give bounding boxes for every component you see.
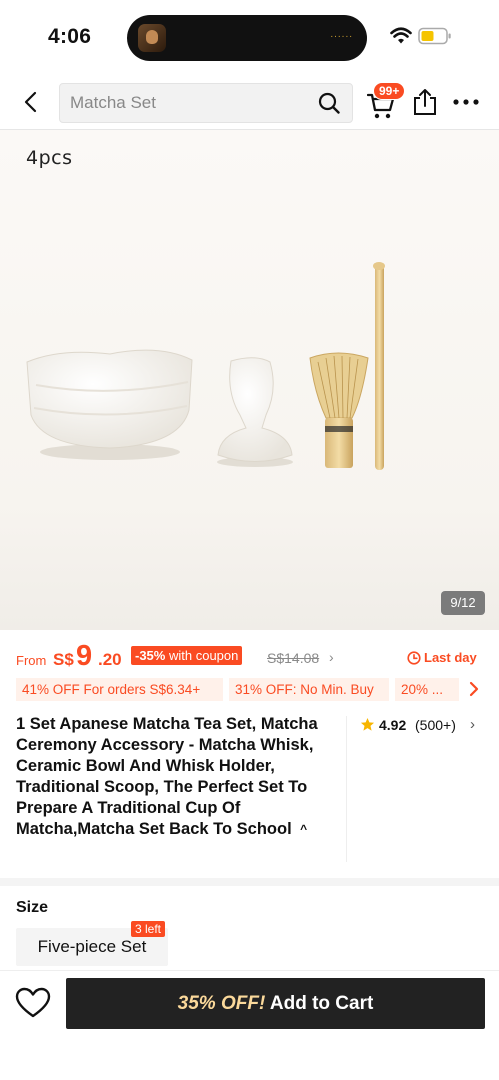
price-currency: S$: [53, 650, 74, 669]
discount-note: with coupon: [168, 648, 239, 663]
from-label: From: [16, 653, 47, 668]
add-to-cart-button[interactable]: 35% OFF! Add to Cart: [66, 978, 485, 1029]
share-icon[interactable]: [412, 88, 438, 116]
price-main: 9: [76, 640, 93, 672]
heart-icon[interactable]: [15, 987, 51, 1019]
price-cents: .20: [98, 650, 122, 669]
rating-value: 4.92: [379, 717, 407, 733]
section-separator: [0, 878, 499, 886]
island-activity-dots: ......: [330, 29, 353, 40]
product-image-gallery[interactable]: 4pcs 9/12: [0, 130, 499, 630]
battery-icon: [418, 27, 451, 45]
star-icon: [360, 717, 375, 731]
search-bar[interactable]: [59, 83, 353, 123]
scoop-graphic: [373, 262, 385, 470]
whisk-graphic: [309, 352, 369, 468]
title-divider: [346, 716, 347, 862]
coupon-row: 41% OFF For orders S$6.34+ 31% OFF: No M…: [0, 678, 499, 702]
promo-text: 35% OFF!: [177, 993, 266, 1014]
search-input[interactable]: [60, 84, 310, 122]
wifi-icon: [390, 27, 412, 44]
dynamic-island: ......: [127, 15, 367, 61]
add-to-cart-label: Add to Cart: [269, 993, 374, 1014]
status-time: 4:06: [48, 25, 92, 48]
size-label: Size: [16, 899, 49, 916]
collapse-title-icon[interactable]: ^: [300, 819, 307, 840]
original-price[interactable]: S$14.08: [267, 650, 319, 666]
island-avatar: [138, 24, 166, 52]
product-photo: [26, 262, 385, 470]
coupon-chip[interactable]: 31% OFF: No Min. Buy: [229, 678, 389, 701]
cart-button[interactable]: 99+: [365, 82, 406, 122]
price-row: From S$ 9 .20 -35% with coupon S$14.08 ›…: [0, 640, 499, 674]
coupon-more-chevron-icon[interactable]: [466, 680, 482, 698]
search-icon[interactable]: [318, 92, 340, 114]
coupon-chip[interactable]: 41% OFF For orders S$6.34+: [16, 678, 223, 701]
status-bar: 4:06 ......: [0, 0, 499, 70]
top-nav: 99+: [0, 78, 499, 130]
product-title-block: 1 Set Apanese Matcha Tea Set, Matcha Cer…: [16, 714, 346, 840]
product-title: 1 Set Apanese Matcha Tea Set, Matcha Cer…: [16, 715, 318, 838]
rating-chevron-icon: ›: [470, 716, 475, 733]
clock-icon: [407, 651, 421, 665]
image-counter: 9/12: [441, 591, 485, 615]
bottom-bar-divider: [0, 970, 499, 971]
discount-percent: -35%: [135, 648, 166, 663]
cart-count-badge: 99+: [373, 82, 406, 100]
back-arrow-icon[interactable]: [19, 90, 43, 114]
price-details-chevron-icon[interactable]: ›: [329, 649, 334, 665]
last-day-label: Last day: [424, 650, 477, 665]
stock-badge: 3 left: [131, 921, 166, 937]
coupon-chip[interactable]: 20% ...: [395, 678, 459, 701]
review-count: (500+): [415, 717, 456, 733]
more-options-icon[interactable]: [452, 92, 480, 112]
discount-badge: -35% with coupon: [131, 646, 243, 665]
